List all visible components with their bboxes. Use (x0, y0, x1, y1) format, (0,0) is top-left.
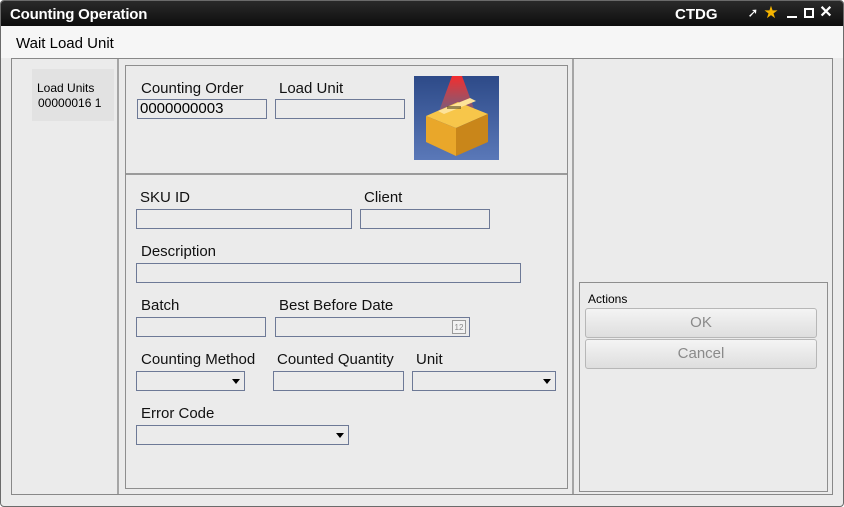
counting-method-select[interactable] (136, 371, 245, 391)
counted-quantity-label: Counted Quantity (277, 351, 394, 368)
pin-icon[interactable]: ➚ (745, 4, 761, 22)
ok-button[interactable]: OK (585, 308, 817, 338)
counting-operation-window: Counting Operation CTDG ➚ ★ ✕ Wait Load … (0, 0, 844, 507)
box-scan-icon (414, 76, 499, 160)
batch-label: Batch (141, 297, 180, 314)
title-bar: Counting Operation CTDG ➚ ★ ✕ (1, 1, 843, 26)
chevron-down-icon (543, 379, 551, 384)
description-field[interactable] (136, 263, 521, 283)
unit-select[interactable] (412, 371, 556, 391)
load-unit-field[interactable] (275, 99, 405, 119)
cancel-button[interactable]: Cancel (585, 339, 817, 369)
body-area: Load Units 00000016 1 Counting Order 000… (11, 58, 833, 495)
sku-id-label: SKU ID (140, 189, 191, 206)
actions-title: Actions (588, 292, 628, 306)
actions-box: Actions OK Cancel (579, 282, 828, 492)
best-before-date-field[interactable]: 12 (275, 317, 470, 337)
best-before-date-label: Best Before Date (279, 297, 394, 314)
load-unit-list-item[interactable]: 00000016 1 (38, 96, 101, 110)
counted-quantity-field[interactable] (273, 371, 404, 391)
window-title: Counting Operation (10, 6, 148, 23)
error-code-label: Error Code (141, 405, 215, 422)
description-label: Description (141, 243, 217, 260)
client-field[interactable] (360, 209, 490, 229)
close-icon[interactable]: ✕ (818, 4, 834, 22)
client-label: Client (364, 189, 403, 206)
load-units-list[interactable]: Load Units 00000016 1 (32, 69, 114, 121)
app-code: CTDG (675, 6, 718, 23)
counting-method-label: Counting Method (141, 351, 256, 368)
load-unit-label: Load Unit (279, 80, 344, 97)
batch-field[interactable] (136, 317, 266, 337)
actions-panel: Actions OK Cancel (572, 59, 832, 494)
load-unit-box-image (414, 76, 499, 160)
sku-id-field[interactable] (136, 209, 352, 229)
form-panel: Counting Order 0000000003 Load Unit SKU … (125, 65, 568, 489)
chevron-down-icon (232, 379, 240, 384)
minimize-icon[interactable] (784, 4, 800, 22)
error-code-select[interactable] (136, 425, 349, 445)
calendar-icon[interactable]: 12 (452, 320, 466, 334)
unit-label: Unit (416, 351, 443, 368)
counting-order-field[interactable]: 0000000003 (137, 99, 267, 119)
chevron-down-icon (336, 433, 344, 438)
counting-order-label: Counting Order (141, 80, 244, 97)
status-bar: Wait Load Unit (1, 26, 843, 58)
load-units-panel: Load Units 00000016 1 (12, 59, 119, 494)
star-icon[interactable]: ★ (763, 4, 779, 22)
status-text: Wait Load Unit (16, 35, 114, 52)
load-units-header: Load Units (37, 81, 95, 95)
order-section: Counting Order 0000000003 Load Unit (126, 66, 567, 175)
maximize-icon[interactable] (801, 4, 817, 22)
